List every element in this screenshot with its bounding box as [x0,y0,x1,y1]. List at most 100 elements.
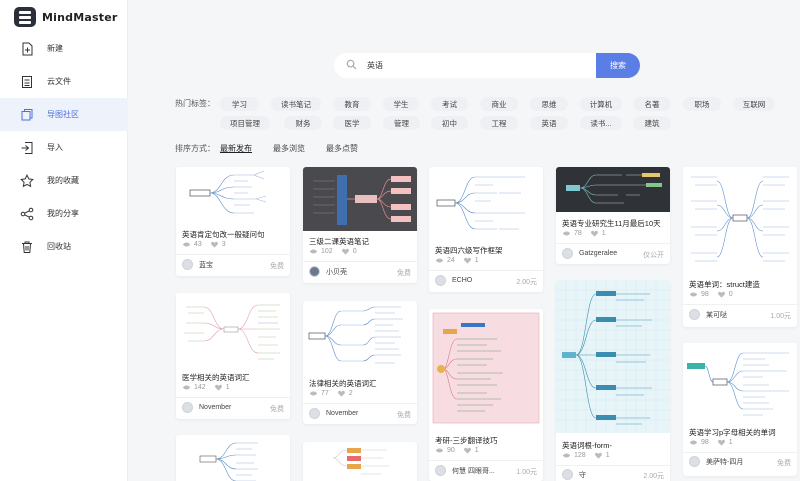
card-title: 英语单词：struct建造 [689,280,760,289]
avatar [689,456,700,467]
heart-icon [717,291,725,298]
card-author[interactable]: 蓝宝 [182,259,213,270]
mindmap-card[interactable] [176,435,290,481]
sidebar-item-import[interactable]: 导入 [0,131,128,164]
view-count: 24 [447,257,455,264]
view-count: 43 [194,241,202,248]
like-count: 3 [221,241,226,248]
mindmap-thumbnail [683,343,797,422]
new-file-icon [20,42,34,56]
logo-icon [14,7,36,27]
author-name: ECHO [452,277,473,284]
share-icon [20,207,34,221]
search-input[interactable] [367,61,567,70]
card-stats: 77 2 [309,390,353,397]
tag-item[interactable]: 英语 [530,116,568,130]
tag-item[interactable]: 职场 [683,97,721,111]
mindmap-thumbnail [176,293,290,368]
sidebar-item-label: 导入 [47,143,63,152]
mindmap-card[interactable]: 英语肯定句改一般疑问句 43 3 蓝宝 免费 [176,167,290,276]
search-box[interactable] [334,53,596,78]
tag-item[interactable]: 读书笔记 [271,97,321,111]
card-title: 英语学习p字母相关的单词 [689,428,776,437]
sidebar-item-label: 导图社区 [47,110,79,119]
tag-item[interactable]: 读书... [580,116,622,130]
mindmap-card[interactable]: 三级二课英语笔记 102 0 小贝壳 免费 [303,167,417,283]
mindmap-card[interactable]: 英语学习p字母相关的单词 98 1 美萨特-四月 免费 [683,343,797,476]
heart-icon [463,447,471,454]
card-author[interactable]: 某可哒 [689,309,727,320]
sidebar-item-trash[interactable]: 回收站 [0,230,128,263]
sidebar-item-cloud-files[interactable]: 云文件 [0,65,128,98]
tag-item[interactable]: 财务 [284,116,322,130]
view-count: 98 [701,291,709,298]
card-title: 法律相关的英语词汇 [309,379,377,388]
card-author[interactable]: 小贝壳 [309,266,347,277]
avatar [435,465,446,476]
mindmap-card[interactable]: 英语单词：struct建造 98 0 某可哒 1.00元 [683,167,797,327]
eye-icon [309,391,318,396]
tag-item[interactable]: 名著 [633,97,671,111]
import-icon [20,141,34,155]
mindmap-card[interactable]: 英语四六级写作框架 24 1 ECHO 2.00元 [429,167,543,292]
mindmap-thumbnail [303,167,417,231]
heart-icon [214,384,222,391]
mindmap-card[interactable]: 英语专业研究生11月最后10天 78 1 Gatzgeralee 仅公开 [556,167,670,264]
tag-item[interactable]: 工程 [480,116,518,130]
tag-item[interactable]: 学习 [220,97,259,111]
avatar [309,266,320,277]
tag-item[interactable]: 医学 [333,116,371,130]
mindmap-thumbnail [176,167,290,225]
card-stats: 98 0 [689,291,733,298]
mindmap-card[interactable]: 英语词根-form- 128 1 守 2.00元 [556,280,670,481]
eye-icon [689,292,698,297]
card-price: 免费 [270,263,284,270]
app-logo[interactable]: MindMaster [14,6,117,28]
mindmap-card[interactable] [303,442,417,481]
card-author[interactable]: November [182,402,231,413]
tag-item[interactable]: 学生 [383,97,419,111]
card-price: 2.00元 [516,279,537,286]
sort-label: 排序方式： [175,144,215,153]
card-author[interactable]: ECHO [435,275,472,286]
card-stats: 102 0 [309,248,357,255]
tag-item[interactable]: 计算机 [580,97,622,111]
card-title: 三级二课英语笔记 [309,237,369,246]
author-name: 何慧 四眼哥... [452,467,495,475]
mindmap-thumbnail [556,280,670,433]
mindmap-card[interactable]: 法律相关的英语词汇 77 2 November 免费 [303,301,417,424]
tag-item[interactable]: 思维 [530,97,568,111]
mindmap-card[interactable]: 考研-三步翻译技巧 90 1 何慧 四眼哥... 1.00元 [429,309,543,481]
author-name: 小贝壳 [326,268,347,276]
tag-item[interactable]: 初中 [431,116,468,130]
mindmap-card[interactable]: 医学相关的英语词汇 142 1 November 免费 [176,293,290,419]
tag-item[interactable]: 互联网 [733,97,775,111]
sort-option-views[interactable]: 最多浏览 [273,143,305,154]
tag-item[interactable]: 建筑 [633,116,671,130]
eye-icon [689,440,698,445]
tag-item[interactable]: 商业 [480,97,518,111]
sidebar-item-community[interactable]: 导图社区 [0,98,128,131]
tag-item[interactable]: 项目管理 [220,116,270,130]
author-name: November [199,404,232,411]
card-price: 1.00元 [516,469,537,476]
card-author[interactable]: 何慧 四眼哥... [435,465,495,476]
sort-option-likes[interactable]: 最多点赞 [326,143,358,154]
card-author[interactable]: November [309,408,358,419]
search-button[interactable]: 搜索 [596,53,640,78]
sidebar-item-new[interactable]: 新建 [0,32,128,65]
like-count: 1 [474,447,479,454]
card-author[interactable]: 守 [562,469,586,480]
sidebar-item-shares[interactable]: 我的分享 [0,197,128,230]
tag-item[interactable]: 教育 [333,97,371,111]
card-author[interactable]: 美萨特-四月 [689,456,743,467]
card-author[interactable]: Gatzgeralee [562,248,617,259]
sidebar-item-favorites[interactable]: 我的收藏 [0,164,128,197]
sort-option-latest[interactable]: 最新发布 [220,143,252,154]
like-count: 1 [728,439,733,446]
trash-icon [20,240,34,254]
card-title: 英语肯定句改一般疑问句 [182,230,265,239]
tag-item[interactable]: 管理 [383,116,420,130]
tag-item[interactable]: 考试 [431,97,468,111]
card-stats: 43 3 [182,241,226,248]
